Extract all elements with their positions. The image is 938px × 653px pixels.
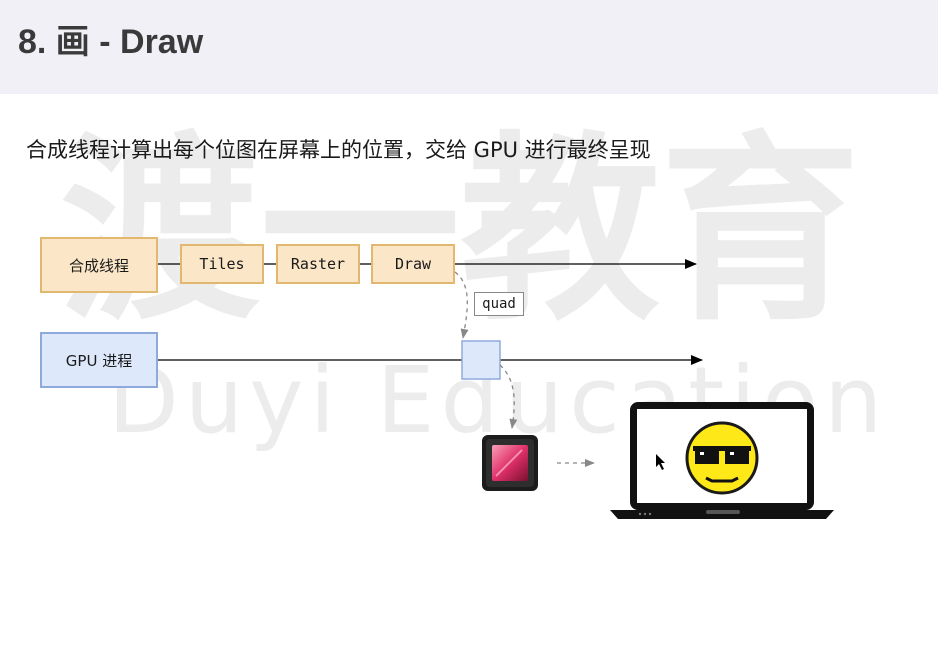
tiles-box: Tiles bbox=[180, 244, 264, 284]
draw-box: Draw bbox=[371, 244, 455, 284]
gpu-process-label: GPU 进程 bbox=[65, 351, 133, 370]
gpu-chip-icon bbox=[482, 435, 538, 491]
tiles-label: Tiles bbox=[199, 255, 245, 273]
quad-label-box: quad bbox=[474, 292, 524, 316]
diagram-canvas bbox=[157, 259, 834, 519]
quad-to-chip-connector bbox=[499, 364, 518, 429]
gpu-process-box: GPU 进程 bbox=[40, 332, 158, 388]
quad-label: quad bbox=[482, 296, 516, 312]
compositor-thread-label: 合成线程 bbox=[68, 256, 129, 275]
draw-label: Draw bbox=[394, 255, 432, 273]
raster-label: Raster bbox=[290, 255, 346, 273]
draw-to-quad-connector bbox=[454, 271, 469, 339]
raster-box: Raster bbox=[276, 244, 360, 284]
sunglasses-smiley-icon bbox=[685, 421, 759, 495]
quad-block bbox=[461, 340, 501, 380]
compositor-thread-box: 合成线程 bbox=[40, 237, 158, 293]
